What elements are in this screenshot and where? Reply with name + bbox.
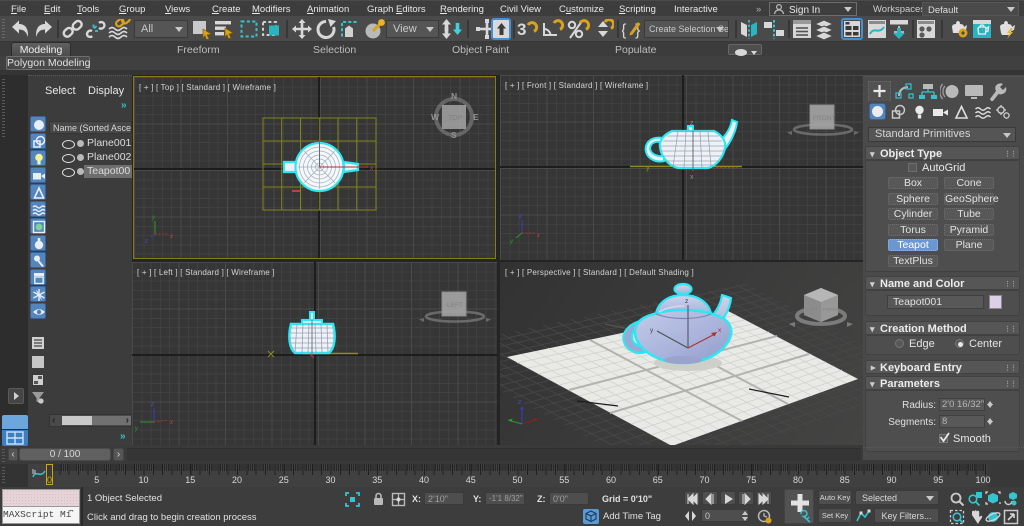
svg-text:TOP: TOP (448, 115, 463, 122)
svg-text:S: S (451, 130, 457, 140)
svg-text:{: { (622, 22, 627, 39)
svg-text:z: z (144, 239, 148, 245)
svg-text:x: x (169, 420, 174, 426)
svg-text:x: x (536, 233, 541, 239)
svg-text:x: x (169, 234, 174, 240)
svg-text:LEFT: LEFT (807, 307, 818, 312)
svg-text:FRONT: FRONT (813, 115, 835, 122)
svg-text:z: z (517, 399, 522, 406)
svg-text:FRONT: FRONT (823, 307, 839, 312)
svg-text:3: 3 (517, 20, 526, 39)
svg-text:z: z (690, 120, 694, 127)
svg-text:y: y (134, 426, 139, 432)
svg-text:z: z (518, 214, 522, 220)
svg-text:W: W (431, 112, 440, 122)
svg-text:E: E (473, 112, 479, 122)
svg-text:N: N (451, 91, 457, 101)
svg-text:y: y (509, 239, 514, 245)
svg-text:z: z (150, 402, 154, 408)
svg-text:y: y (151, 215, 156, 221)
svg-text:z: z (685, 298, 688, 305)
svg-text:LEFT: LEFT (447, 302, 463, 309)
svg-text:y: y (646, 165, 650, 172)
svg-text:x: x (690, 174, 694, 181)
svg-text:x: x (369, 165, 374, 172)
